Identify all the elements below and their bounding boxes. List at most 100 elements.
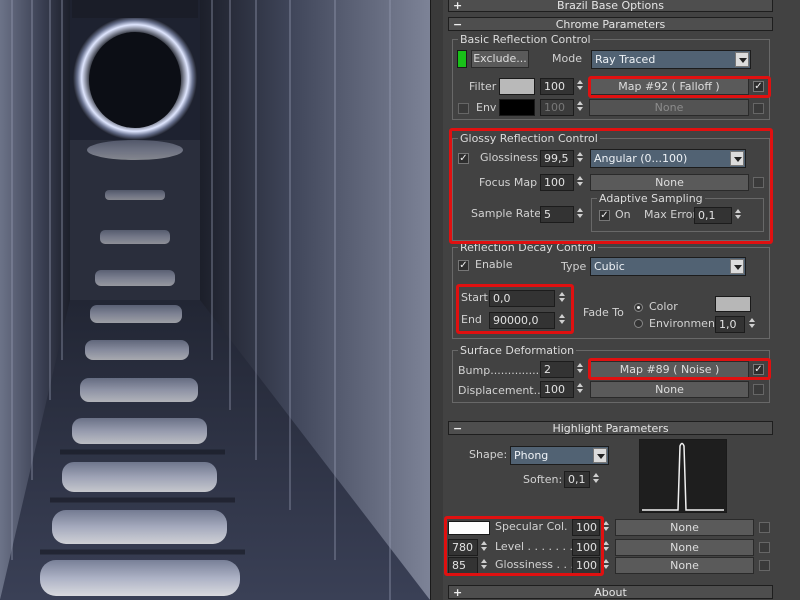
highlight-glossiness-label: Glossiness . . . .: [495, 558, 582, 571]
bump-map-button[interactable]: Map #89 ( Noise ): [590, 361, 749, 378]
rollout-brazil-base-options[interactable]: + Brazil Base Options: [448, 0, 773, 12]
sample-rate-spinner[interactable]: [575, 206, 584, 223]
decay-start-spinner[interactable]: [557, 290, 566, 307]
rollout-title: Chrome Parameters: [555, 18, 666, 31]
filter-amount-spinner[interactable]: [575, 78, 584, 95]
bump-map-checkbox[interactable]: ✓: [753, 364, 764, 375]
reflection-decay-title: Reflection Decay Control: [458, 241, 599, 254]
filter-map-button[interactable]: Map #92 ( Falloff ): [589, 78, 749, 95]
bump-label: Bump.................: [458, 364, 550, 377]
chevron-down-icon[interactable]: [735, 52, 749, 67]
level-value-spinner[interactable]: [479, 539, 488, 556]
sample-rate-label: Sample Rate: [471, 207, 541, 220]
adaptive-on-checkbox[interactable]: ✓: [599, 210, 610, 221]
glossiness-checkbox[interactable]: ✓: [458, 153, 469, 164]
filter-color-swatch[interactable]: [499, 78, 535, 95]
displacement-amount-input[interactable]: 100: [540, 381, 574, 398]
displacement-amount-spinner[interactable]: [575, 381, 584, 398]
specular-amount-input[interactable]: 100: [572, 519, 600, 536]
filter-amount-input[interactable]: 100: [540, 78, 574, 95]
rollout-title: Brazil Base Options: [557, 0, 664, 12]
decay-start-input[interactable]: 0,0: [489, 290, 555, 307]
soften-spinner[interactable]: [591, 471, 600, 488]
level-label: Level . . . . . . . .: [495, 540, 580, 553]
displacement-label: Displacement.....: [458, 384, 552, 397]
level-value-input[interactable]: 780: [448, 539, 478, 556]
decay-type-label: Type: [561, 260, 587, 273]
fade-to-environment-radio[interactable]: [634, 319, 643, 328]
gloss-value-input[interactable]: 85: [448, 557, 478, 574]
env-map-checkbox[interactable]: [753, 103, 764, 114]
max-error-input[interactable]: 0,1: [694, 207, 732, 224]
chevron-down-icon[interactable]: [730, 151, 744, 166]
displacement-map-button[interactable]: None: [590, 381, 749, 398]
env-map-button[interactable]: None: [589, 99, 749, 116]
gloss-map-button[interactable]: None: [615, 557, 754, 574]
shape-label: Shape:: [469, 448, 508, 461]
shape-dropdown[interactable]: Phong: [510, 446, 609, 465]
specular-amount-spinner[interactable]: [601, 519, 610, 536]
material-editor-panel: + Brazil Base Options − Chrome Parameter…: [443, 0, 800, 600]
decay-end-input[interactable]: 90000,0: [489, 312, 555, 329]
decay-enable-checkbox[interactable]: ✓: [458, 260, 469, 271]
rollout-title: About: [594, 586, 627, 599]
focus-map-button[interactable]: None: [590, 174, 749, 191]
displacement-map-checkbox[interactable]: [753, 384, 764, 395]
mode-value: Ray Traced: [595, 53, 656, 66]
glossiness-mode-value: Angular (0...100): [594, 152, 688, 165]
decay-type-dropdown[interactable]: Cubic: [590, 257, 746, 276]
env-amount-input[interactable]: 100: [540, 99, 574, 116]
fade-to-environment-label: Environment: [649, 317, 720, 330]
fade-to-color-radio[interactable]: [634, 303, 643, 312]
chevron-down-icon[interactable]: [593, 448, 607, 463]
collapse-icon: −: [453, 422, 463, 435]
level-map-checkbox[interactable]: [759, 542, 770, 553]
environment-amount-spinner[interactable]: [747, 316, 756, 333]
rollout-highlight-parameters[interactable]: − Highlight Parameters: [448, 421, 773, 435]
glossiness-input[interactable]: 99,5: [540, 150, 574, 167]
env-color-swatch[interactable]: [499, 99, 535, 116]
env-amount-spinner[interactable]: [575, 99, 584, 116]
adaptive-on-label: On: [615, 208, 631, 221]
gloss-amount-input[interactable]: 100: [572, 557, 600, 574]
focus-map-label: Focus Map: [479, 176, 538, 189]
highlight-curve-graph: [639, 439, 727, 513]
enable-swatch-icon[interactable]: [457, 50, 467, 68]
specular-map-button[interactable]: None: [615, 519, 754, 536]
decay-end-spinner[interactable]: [557, 312, 566, 329]
exclude-button[interactable]: Exclude...: [471, 50, 529, 68]
surface-deformation-title: Surface Deformation: [458, 344, 577, 357]
bump-amount-input[interactable]: 2: [540, 361, 574, 378]
render-viewport: [0, 0, 430, 600]
soften-input[interactable]: 0,1: [564, 471, 590, 488]
bump-amount-spinner[interactable]: [575, 361, 584, 378]
glossiness-spinner[interactable]: [575, 150, 584, 167]
panel-separator: [430, 0, 444, 600]
focus-map-checkbox[interactable]: [753, 177, 764, 188]
environment-amount-input[interactable]: 1,0: [715, 316, 745, 333]
specular-map-checkbox[interactable]: [759, 522, 770, 533]
specular-color-swatch[interactable]: [448, 521, 490, 535]
decay-end-label: End: [461, 313, 482, 326]
fade-color-swatch[interactable]: [715, 296, 751, 312]
focus-map-amount-input[interactable]: 100: [540, 174, 574, 191]
max-error-spinner[interactable]: [733, 207, 742, 224]
rollout-about[interactable]: + About: [448, 585, 773, 599]
filter-map-checkbox[interactable]: ✓: [753, 81, 764, 92]
glossiness-mode-dropdown[interactable]: Angular (0...100): [590, 149, 746, 168]
gloss-amount-spinner[interactable]: [601, 557, 610, 574]
gloss-map-checkbox[interactable]: [759, 560, 770, 571]
gloss-value-spinner[interactable]: [479, 557, 488, 574]
chevron-down-icon[interactable]: [730, 259, 744, 274]
fade-to-label: Fade To: [583, 306, 624, 319]
focus-map-spinner[interactable]: [575, 174, 584, 191]
env-checkbox[interactable]: [458, 103, 469, 114]
mode-dropdown[interactable]: Ray Traced: [591, 50, 751, 69]
decay-type-value: Cubic: [594, 260, 625, 273]
level-amount-spinner[interactable]: [601, 539, 610, 556]
level-amount-input[interactable]: 100: [572, 539, 600, 556]
rollout-chrome-parameters[interactable]: − Chrome Parameters: [448, 17, 773, 31]
level-map-button[interactable]: None: [615, 539, 754, 556]
sample-rate-input[interactable]: 5: [540, 206, 574, 223]
fade-to-color-label: Color: [649, 300, 678, 313]
